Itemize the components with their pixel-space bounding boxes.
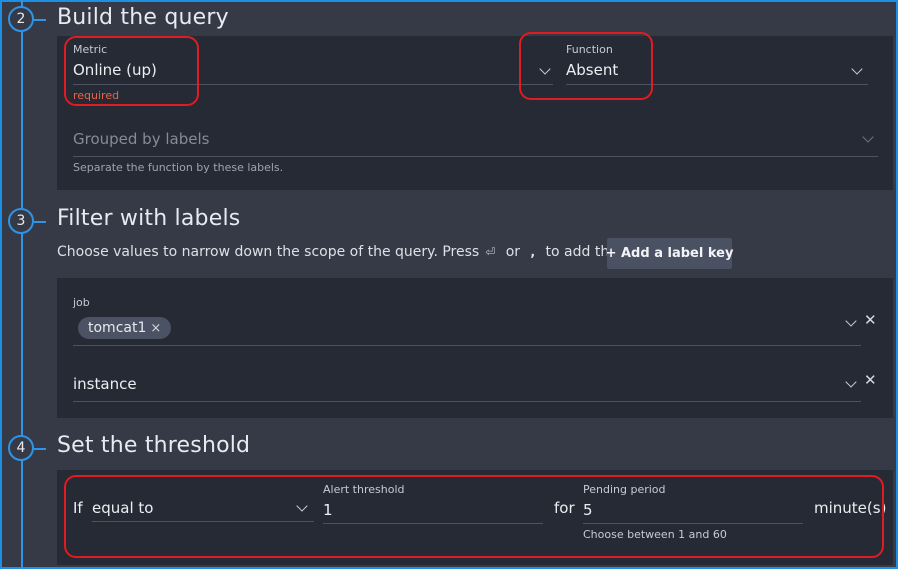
steps-timeline: [21, 0, 23, 569]
filter-panel: [57, 278, 893, 418]
label-key-job: job: [73, 296, 90, 309]
step-3-badge: 3: [8, 208, 34, 234]
function-highlight: [519, 32, 653, 100]
filter-description-text: Choose values to narrow down the scope o…: [57, 244, 480, 260]
step-2-connector: [34, 19, 46, 21]
instance-underline: [73, 401, 861, 402]
comma-key: ,: [530, 245, 536, 259]
grouped-by-underline: [73, 156, 878, 157]
metric-highlight: [64, 36, 199, 106]
chip-label: tomcat1: [88, 320, 147, 336]
section-title-threshold: Set the threshold: [57, 433, 251, 458]
filter-description: Choose values to narrow down the scope o…: [57, 244, 636, 260]
section-title-filter-labels: Filter with labels: [57, 206, 241, 231]
clear-job-icon[interactable]: ✕: [864, 311, 877, 329]
clear-instance-icon[interactable]: ✕: [864, 371, 877, 389]
grouped-by-help: Separate the function by these labels.: [73, 161, 284, 174]
label-key-instance[interactable]: instance: [73, 375, 137, 393]
step-2-badge: 2: [8, 6, 34, 32]
step-3-connector: [34, 221, 46, 223]
job-underline: [73, 345, 861, 346]
add-label-key-button[interactable]: + Add a label key: [606, 238, 733, 269]
step-3-number: 3: [16, 213, 26, 229]
chip-tomcat1[interactable]: tomcat1 ×: [78, 317, 172, 339]
step-4-number: 4: [16, 440, 26, 456]
step-4-connector: [34, 448, 46, 450]
step-2-number: 2: [16, 11, 26, 27]
or-text: or: [505, 244, 521, 260]
enter-key-icon: ⏎: [485, 245, 496, 259]
grouped-by-select[interactable]: Grouped by labels: [73, 130, 209, 148]
section-title-build-query: Build the query: [57, 5, 229, 30]
step-4-badge: 4: [8, 435, 34, 461]
remove-chip-icon[interactable]: ×: [150, 321, 161, 336]
threshold-highlight: [64, 475, 884, 558]
